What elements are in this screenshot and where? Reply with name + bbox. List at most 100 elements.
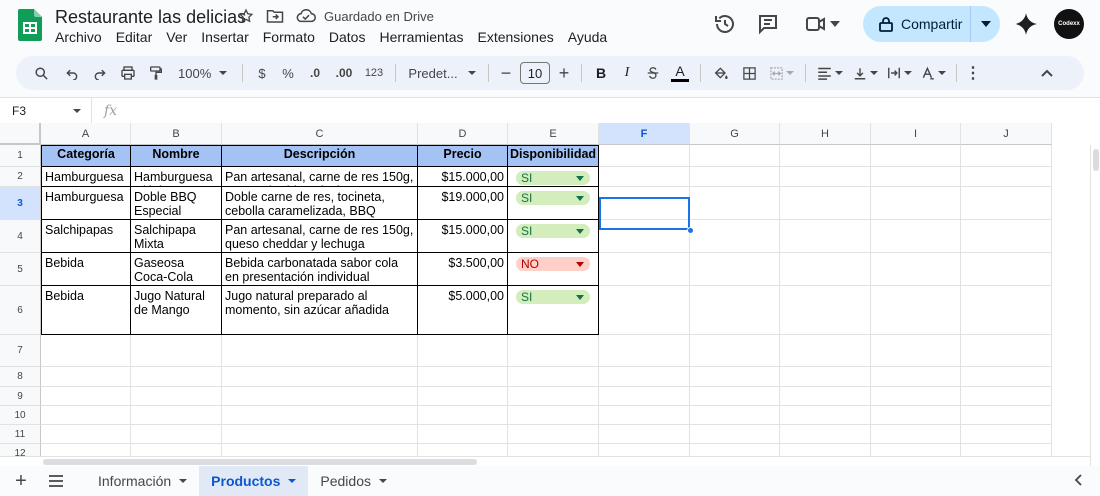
table-cell[interactable]: $19.000,00 <box>418 187 508 220</box>
increase-decimal-button[interactable]: .00 <box>329 56 359 90</box>
print-button[interactable] <box>114 56 142 90</box>
collapse-menus-button[interactable] <box>983 56 1069 90</box>
font-select[interactable]: Predet... <box>402 56 482 90</box>
empty-cell[interactable] <box>871 286 961 335</box>
table-cell[interactable]: $15.000,00 <box>418 167 508 187</box>
meet-video-icon[interactable] <box>804 12 828 36</box>
sheet-tab-productos[interactable]: Productos <box>199 466 309 496</box>
availability-cell[interactable]: SI <box>508 187 599 220</box>
menu-ver[interactable]: Ver <box>166 29 187 45</box>
empty-cell[interactable] <box>41 335 131 367</box>
table-cell[interactable]: Bebida carbonatada sabor cola en present… <box>222 253 418 286</box>
empty-cell[interactable] <box>41 387 131 406</box>
empty-cell[interactable] <box>222 387 418 406</box>
table-cell[interactable]: Salchipapa Mixta <box>131 220 222 253</box>
row-header[interactable]: 11 <box>0 425 41 444</box>
menu-extensiones[interactable]: Extensiones <box>477 29 553 45</box>
sheet-tab-informacion[interactable]: Información <box>86 466 199 496</box>
empty-cell[interactable] <box>41 367 131 387</box>
currency-format-button[interactable]: $ <box>249 56 275 90</box>
sheet-tab-pedidos[interactable]: Pedidos <box>308 466 399 496</box>
empty-cell[interactable] <box>222 367 418 387</box>
column-header[interactable]: B <box>131 123 222 145</box>
row-header[interactable]: 6 <box>0 286 41 335</box>
empty-cell[interactable] <box>41 425 131 444</box>
row-header[interactable]: 4 <box>0 220 41 253</box>
decrease-font-size-button[interactable]: − <box>495 56 517 90</box>
name-box[interactable]: F3 <box>0 97 92 124</box>
empty-cell[interactable] <box>961 167 1052 187</box>
empty-cell[interactable] <box>780 253 871 286</box>
empty-cell[interactable] <box>690 253 780 286</box>
empty-cell[interactable] <box>690 220 780 253</box>
formula-input[interactable] <box>117 98 1100 124</box>
font-size-field[interactable]: 10 <box>517 56 553 90</box>
availability-dropdown-chip[interactable]: NO <box>516 257 590 271</box>
horizontal-scrollbar[interactable] <box>0 456 1090 466</box>
empty-cell[interactable] <box>418 387 508 406</box>
table-cell[interactable]: Doble BBQ Especial <box>131 187 222 220</box>
italic-button[interactable]: I <box>614 56 640 90</box>
row-header[interactable]: 5 <box>0 253 41 286</box>
meet-dropdown-icon[interactable] <box>830 20 840 28</box>
table-cell[interactable]: Jugo Natural de Mango <box>131 286 222 335</box>
percent-format-button[interactable]: % <box>275 56 301 90</box>
table-cell[interactable]: Gaseosa Coca-Cola 400ml <box>131 253 222 286</box>
table-cell[interactable]: Bebida <box>41 253 131 286</box>
empty-cell[interactable] <box>871 167 961 187</box>
avatar[interactable]: Codexx <box>1054 9 1084 39</box>
empty-cell[interactable] <box>418 406 508 425</box>
empty-cell[interactable] <box>41 406 131 425</box>
empty-cell[interactable] <box>131 367 222 387</box>
empty-cell[interactable] <box>222 406 418 425</box>
table-cell[interactable]: $3.500,00 <box>418 253 508 286</box>
column-header[interactable]: I <box>871 123 961 145</box>
move-to-folder-icon[interactable] <box>266 8 284 24</box>
row-header[interactable]: 1 <box>0 145 41 167</box>
column-header[interactable]: E <box>508 123 599 145</box>
empty-cell[interactable] <box>780 406 871 425</box>
all-sheets-button[interactable] <box>42 475 70 487</box>
empty-cell[interactable] <box>780 387 871 406</box>
text-wrapping-button[interactable] <box>882 56 916 90</box>
empty-cell[interactable] <box>131 425 222 444</box>
paint-format-button[interactable] <box>142 56 170 90</box>
availability-dropdown-chip[interactable]: SI <box>516 171 590 185</box>
empty-cell[interactable] <box>599 335 690 367</box>
empty-cell[interactable] <box>599 425 690 444</box>
undo-button[interactable] <box>58 56 86 90</box>
table-cell[interactable]: Hamburguesa <box>41 187 131 220</box>
availability-cell[interactable]: NO <box>508 253 599 286</box>
vertical-scroll-thumb[interactable] <box>1093 149 1099 171</box>
chevron-down-icon[interactable] <box>179 479 188 483</box>
vertical-scrollbar[interactable] <box>1090 145 1100 466</box>
column-header[interactable]: A <box>41 123 131 145</box>
empty-cell[interactable] <box>961 286 1052 335</box>
empty-cell[interactable] <box>780 367 871 387</box>
empty-cell[interactable] <box>871 220 961 253</box>
font-size-value[interactable]: 10 <box>520 62 550 84</box>
menu-insertar[interactable]: Insertar <box>201 29 248 45</box>
strikethrough-button[interactable] <box>640 56 666 90</box>
empty-cell[interactable] <box>599 145 690 167</box>
row-header[interactable]: 9 <box>0 387 41 406</box>
share-button[interactable]: Compartir <box>863 6 1000 42</box>
menu-formato[interactable]: Formato <box>263 29 315 45</box>
document-title[interactable]: Restaurante las delicias <box>55 7 246 28</box>
empty-cell[interactable] <box>871 387 961 406</box>
decrease-decimal-button[interactable]: .0 <box>301 56 329 90</box>
cloud-saved-icon[interactable] <box>296 9 316 23</box>
merge-cells-button[interactable] <box>763 56 799 90</box>
more-options-button[interactable]: ⋮ <box>963 56 983 90</box>
version-history-icon[interactable] <box>713 12 737 36</box>
empty-cell[interactable] <box>871 187 961 220</box>
availability-dropdown-chip[interactable]: SI <box>516 290 590 304</box>
empty-cell[interactable] <box>222 335 418 367</box>
table-cell[interactable]: Jugo natural preparado al momento, sin a… <box>222 286 418 335</box>
table-header-cell[interactable]: Nombre <box>131 145 222 167</box>
empty-cell[interactable] <box>599 286 690 335</box>
add-sheet-button[interactable]: + <box>0 470 42 493</box>
text-color-button[interactable]: A <box>666 56 694 90</box>
table-header-cell[interactable]: Disponibilidad <box>508 145 599 167</box>
empty-cell[interactable] <box>871 335 961 367</box>
